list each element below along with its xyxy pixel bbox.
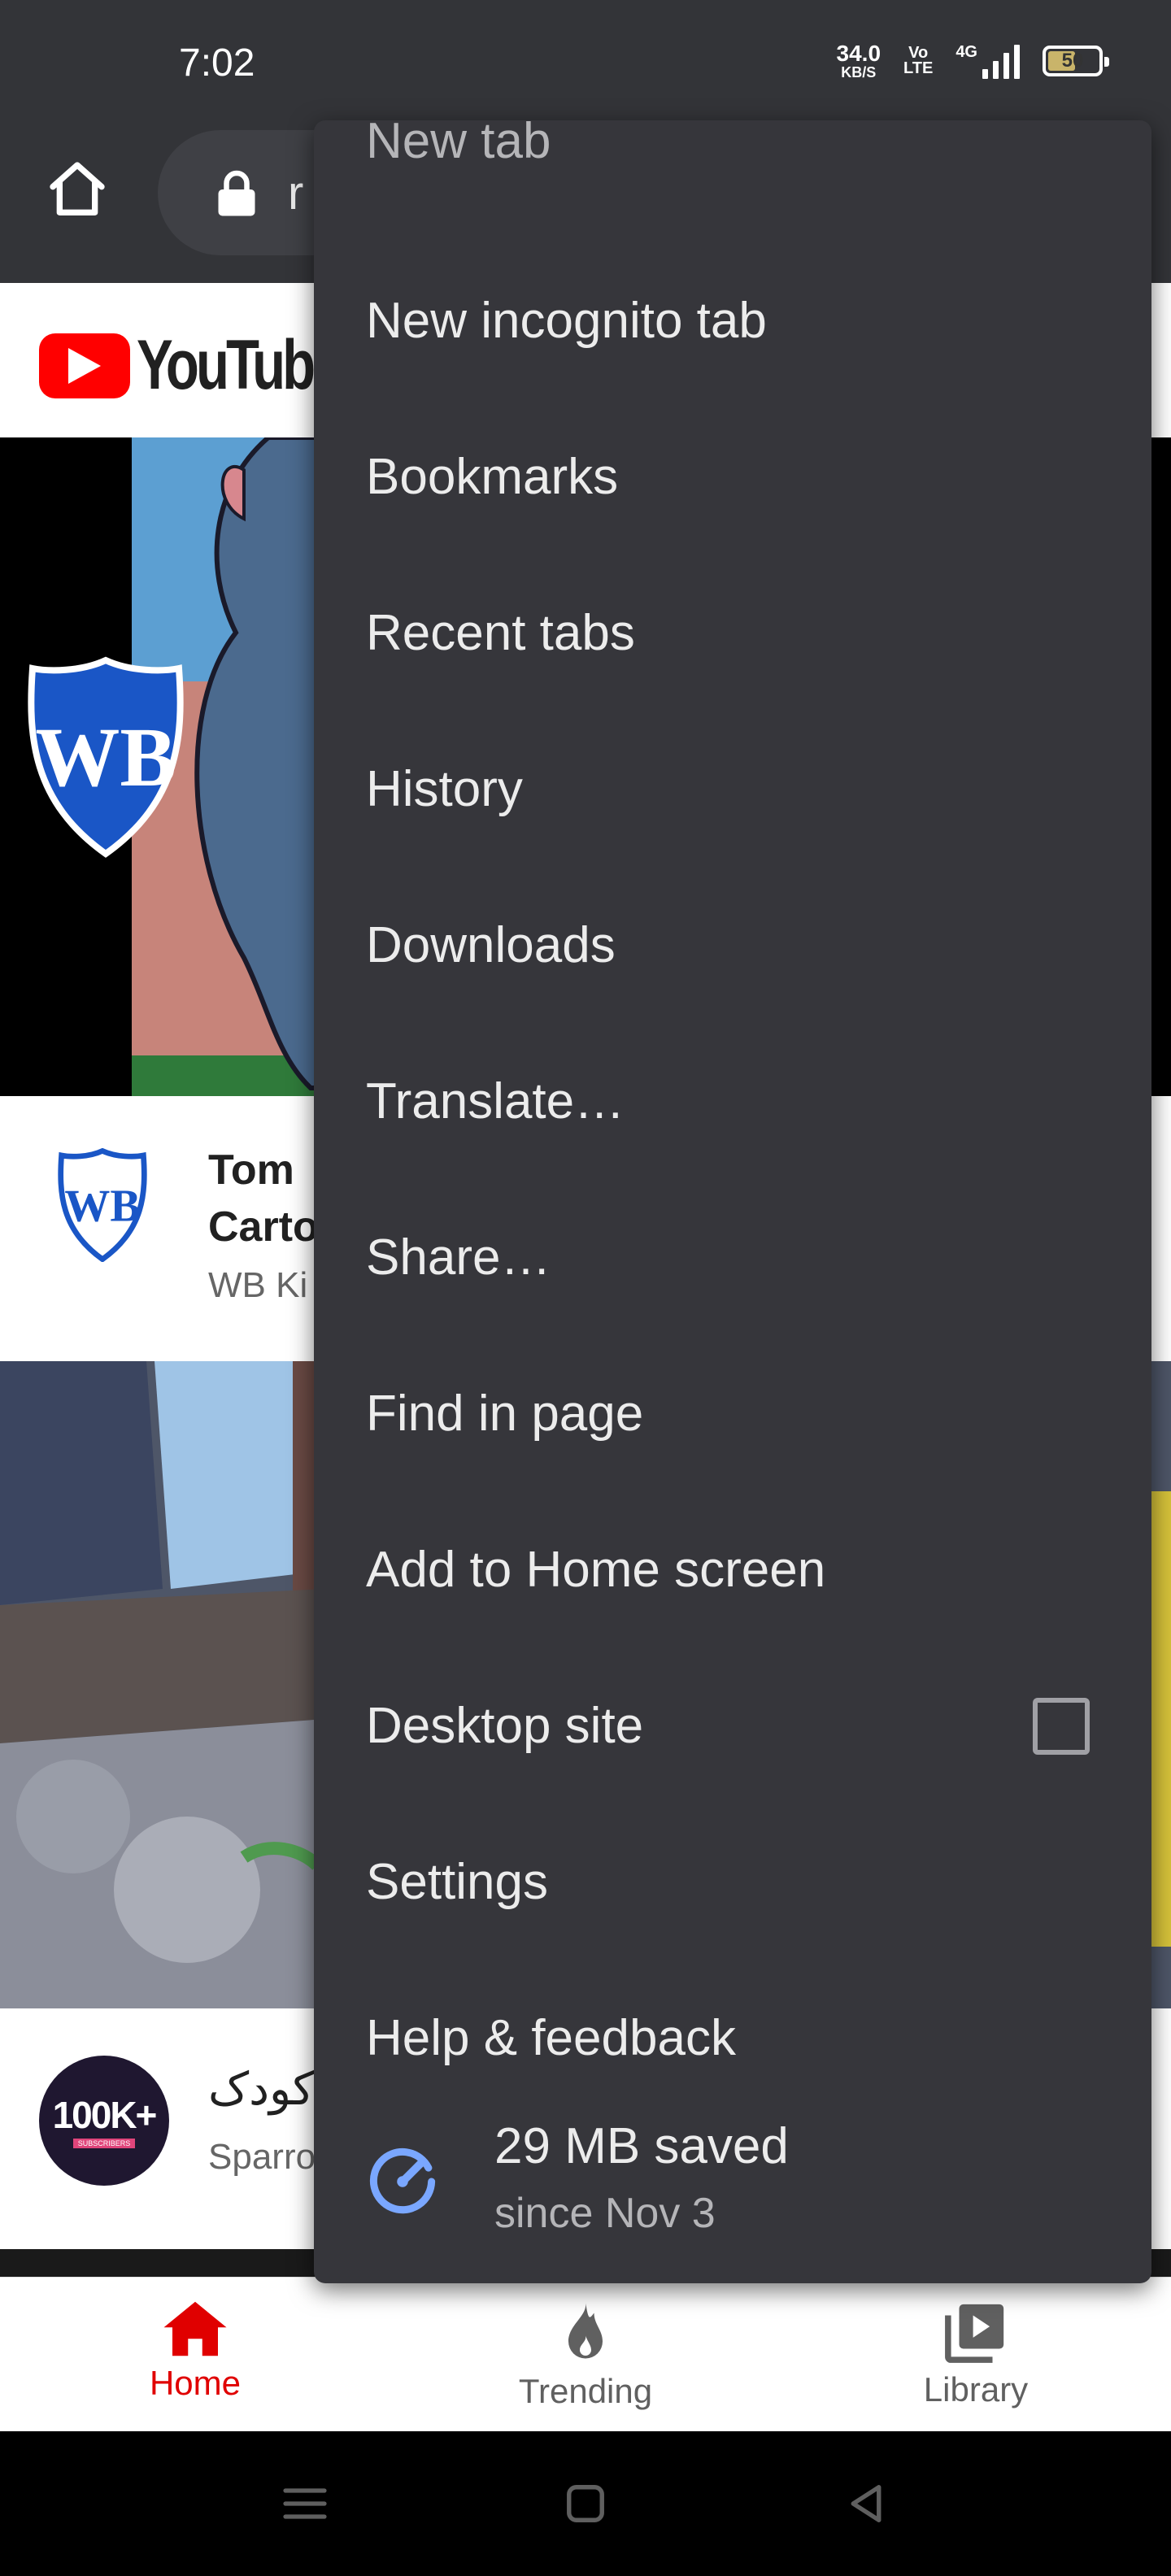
volte-bottom: LTE: [903, 59, 934, 77]
menu-item-bookmarks[interactable]: Bookmarks: [314, 398, 1151, 555]
menu-item-label: Find in page: [366, 1385, 644, 1442]
lock-icon: [218, 170, 255, 216]
square-icon: [567, 2485, 604, 2522]
menu-item-downloads[interactable]: Downloads: [314, 867, 1151, 1023]
menu-item-label: Downloads: [366, 916, 616, 973]
nav-home-label: Home: [149, 2364, 242, 2402]
desktop-site-checkbox[interactable]: [1033, 1698, 1090, 1755]
menu-item-history[interactable]: History: [314, 711, 1151, 867]
menu-item-find-in-page[interactable]: Find in page: [314, 1335, 1151, 1491]
status-indicators: 34.0 KB/S Vo LTE 4G 50: [837, 42, 1109, 80]
video-channel-name: Sparro: [208, 2137, 316, 2177]
channel-avatar[interactable]: 100K+ SUBSCRIBERS: [39, 2056, 169, 2186]
avatar-subtext: SUBSCRIBERS: [72, 2139, 136, 2148]
video-channel-name: WB Ki: [208, 1265, 308, 1305]
status-bar: 7:02 34.0 KB/S Vo LTE 4G 50: [0, 0, 1171, 130]
menu-item-label: Bookmarks: [366, 448, 619, 505]
svg-text:WB: WB: [35, 711, 176, 804]
menu-item-desktop-site[interactable]: Desktop site: [314, 1647, 1151, 1804]
menu-lines-icon: [283, 2488, 327, 2519]
avatar-text: 100K+: [52, 2094, 158, 2136]
video-title-line1: Tom: [208, 1147, 294, 1194]
network-speed-value: 34.0: [836, 41, 882, 66]
menu-item-label: Recent tabs: [366, 604, 635, 661]
signal-bar: [993, 61, 999, 79]
library-icon: [945, 2304, 1004, 2363]
data-saved-since: since Nov 3: [494, 2190, 716, 2237]
menu-item-new-tab[interactable]: New tab: [314, 120, 1151, 177]
battery-level: 50: [1061, 50, 1084, 72]
menu-item-settings[interactable]: Settings: [314, 1804, 1151, 1960]
battery-nub: [1104, 57, 1109, 67]
menu-item-label: Add to Home screen: [366, 1541, 826, 1598]
youtube-play-icon: [39, 333, 130, 398]
youtube-logo-text: YouTube: [137, 326, 343, 404]
wb-logo-icon: WB: [28, 656, 184, 858]
volte-indicator: Vo LTE: [903, 45, 934, 77]
nav-library-label: Library: [923, 2370, 1029, 2408]
menu-item-label: New incognito tab: [366, 292, 767, 349]
nav-home[interactable]: Home: [73, 2299, 317, 2403]
signal-bar: [1014, 45, 1020, 79]
battery-icon: 50: [1043, 46, 1109, 76]
home-button[interactable]: [42, 154, 112, 224]
home-icon: [50, 162, 105, 216]
overflow-menu: New tab New incognito tab Bookmarks Rece…: [314, 120, 1151, 2283]
menu-item-new-incognito-tab[interactable]: New incognito tab: [314, 242, 1151, 398]
menu-item-label: Translate…: [366, 1073, 625, 1129]
menu-item-recent-tabs[interactable]: Recent tabs: [314, 555, 1151, 711]
signal-bar: [1003, 53, 1009, 79]
back-triangle-icon: [851, 2485, 882, 2522]
home-nav-button[interactable]: [557, 2475, 614, 2532]
svg-text:WB: WB: [64, 1181, 140, 1232]
menu-item-label: History: [366, 760, 523, 817]
nav-library[interactable]: Library: [854, 2299, 1098, 2409]
network-speed-unit: KB/S: [841, 64, 877, 80]
menu-item-add-to-home-screen[interactable]: Add to Home screen: [314, 1491, 1151, 1647]
data-saved-amount: 29 MB saved: [494, 2118, 789, 2174]
network-speed: 34.0 KB/S: [837, 42, 882, 80]
video-title-line2: Carto: [208, 1203, 319, 1251]
recents-button[interactable]: [276, 2475, 333, 2532]
menu-item-label: Settings: [366, 1853, 549, 1910]
status-time: 7:02: [179, 41, 255, 85]
signal-bar: [982, 69, 988, 79]
menu-item-label: Share…: [366, 1229, 551, 1286]
play-triangle-icon: [68, 347, 101, 384]
menu-item-share[interactable]: Share…: [314, 1179, 1151, 1335]
flame-icon: [568, 2301, 603, 2359]
system-navigation-bar: [0, 2431, 1171, 2576]
wb-channel-avatar[interactable]: WB: [46, 1148, 159, 1262]
menu-item-label: Help & feedback: [366, 2009, 736, 2066]
data-savings-item[interactable]: 29 MB saved since Nov 3: [314, 2088, 1151, 2267]
signal-icon: 4G: [956, 43, 1020, 79]
back-button[interactable]: [838, 2475, 895, 2532]
nav-trending[interactable]: Trending: [464, 2299, 707, 2411]
video-title: کودک: [208, 2063, 315, 2114]
bottom-navigation: Home Trending Library: [0, 2277, 1171, 2431]
nav-trending-label: Trending: [518, 2372, 653, 2410]
network-type: 4G: [956, 43, 977, 61]
menu-item-translate[interactable]: Translate…: [314, 1023, 1151, 1179]
home-icon: [163, 2301, 227, 2356]
url-text: r: [288, 167, 304, 220]
menu-item-label: Desktop site: [366, 1697, 644, 1754]
speedometer-icon: [369, 2147, 436, 2214]
